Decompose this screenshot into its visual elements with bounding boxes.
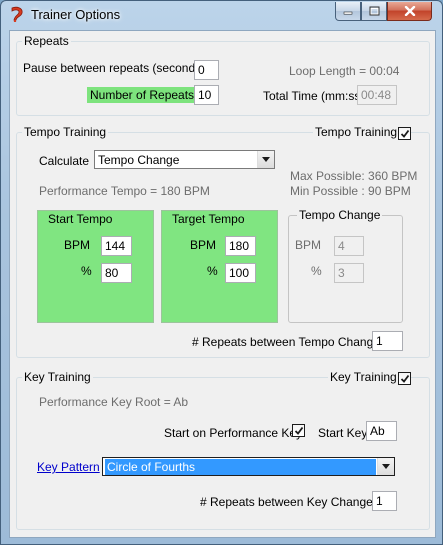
checkmark-icon: [400, 374, 410, 383]
maximize-icon: [369, 6, 379, 16]
tempo-training-enable-label: Tempo Training: [313, 125, 400, 139]
minimize-icon: [343, 11, 353, 15]
title-bar[interactable]: Trainer Options: [1, 1, 442, 29]
key-repeats-label: # Repeats between Key Changes: [200, 495, 379, 509]
window-title: Trainer Options: [31, 7, 121, 22]
chevron-down-icon: [382, 464, 390, 469]
key-training-group: Key Training Key Training Performance Ke…: [16, 370, 430, 530]
start-tempo-title: Start Tempo: [48, 212, 113, 226]
total-time-label: Total Time (mm:ss): [263, 89, 365, 103]
tempo-training-checkbox[interactable]: [398, 127, 411, 140]
app-logo-icon: [11, 6, 23, 22]
target-pct-label: %: [207, 264, 218, 278]
start-key-input[interactable]: Ab: [366, 421, 397, 441]
performance-key-root-text: Performance Key Root = Ab: [39, 395, 189, 409]
change-bpm-field: 4: [334, 236, 364, 256]
tempo-repeats-label: # Repeats between Tempo Changes: [192, 335, 386, 349]
repeats-group: Repeats Pause between repeats (seconds) …: [16, 34, 430, 116]
key-training-enable-label: Key Training: [328, 370, 399, 384]
start-bpm-label: BPM: [64, 238, 91, 252]
target-tempo-title: Target Tempo: [172, 212, 245, 226]
key-pattern-value: Circle of Fourths: [105, 459, 376, 475]
tempo-change-box: Tempo Change BPM 4 % 3: [288, 208, 403, 323]
number-of-repeats-input[interactable]: 10: [194, 85, 219, 105]
tempo-change-title: Tempo Change: [297, 208, 383, 222]
maximize-button[interactable]: [361, 2, 387, 21]
start-on-performance-key-checkbox[interactable]: [292, 424, 305, 437]
pause-input[interactable]: 0: [194, 60, 219, 80]
calculate-dropdown[interactable]: Tempo Change: [94, 150, 275, 169]
change-bpm-label: BPM: [295, 238, 322, 252]
repeats-group-title: Repeats: [22, 34, 71, 48]
calculate-label: Calculate: [39, 154, 90, 168]
dropdown-arrow[interactable]: [257, 151, 274, 168]
target-bpm-input[interactable]: 180: [225, 236, 256, 256]
dropdown-arrow[interactable]: [377, 458, 394, 475]
checkmark-icon: [400, 129, 410, 138]
key-pattern-link[interactable]: Key Pattern: [37, 460, 100, 474]
key-group-title: Key Training: [22, 370, 93, 384]
start-pct-input[interactable]: 80: [101, 263, 132, 283]
close-icon: [404, 6, 415, 16]
number-of-repeats-label: Number of Repeats: [87, 87, 198, 103]
tempo-training-group: Tempo Training Tempo Training Calculate …: [16, 125, 430, 358]
target-pct-input[interactable]: 100: [225, 263, 256, 283]
total-time-field: 00:48: [357, 85, 397, 105]
start-pct-label: %: [81, 264, 92, 278]
change-pct-field: 3: [334, 263, 364, 283]
change-pct-label: %: [311, 264, 322, 278]
target-bpm-label: BPM: [190, 238, 217, 252]
start-bpm-input[interactable]: 144: [101, 236, 132, 256]
key-repeats-input[interactable]: 1: [372, 491, 397, 511]
tempo-repeats-input[interactable]: 1: [372, 331, 403, 351]
key-pattern-dropdown[interactable]: Circle of Fourths: [102, 457, 395, 476]
start-tempo-box: Start Tempo BPM 144 % 80: [37, 210, 154, 323]
start-key-label: Start Key: [318, 426, 368, 440]
checkmark-icon: [294, 426, 304, 435]
dialog-body: Repeats Pause between repeats (seconds) …: [9, 30, 436, 538]
start-on-performance-key-label: Start on Performance Key: [164, 426, 303, 440]
minimize-button[interactable]: [335, 2, 361, 21]
max-possible-text: Max Possible: 360 BPM: [290, 169, 418, 183]
tempo-group-title: Tempo Training: [22, 125, 109, 139]
target-tempo-box: Target Tempo BPM 180 % 100: [161, 210, 278, 323]
calculate-dropdown-value: Tempo Change: [98, 153, 180, 167]
key-training-checkbox[interactable]: [398, 372, 411, 385]
min-possible-text: Min Possible : 90 BPM: [290, 184, 411, 198]
trainer-options-window: Trainer Options Repeats Pause between re…: [0, 0, 443, 545]
close-button[interactable]: [387, 2, 432, 21]
chevron-down-icon: [262, 157, 270, 162]
performance-tempo-text: Performance Tempo = 180 BPM: [39, 184, 210, 198]
loop-length-text: Loop Length = 00:04: [289, 64, 400, 78]
pause-label: Pause between repeats (seconds): [23, 61, 206, 75]
